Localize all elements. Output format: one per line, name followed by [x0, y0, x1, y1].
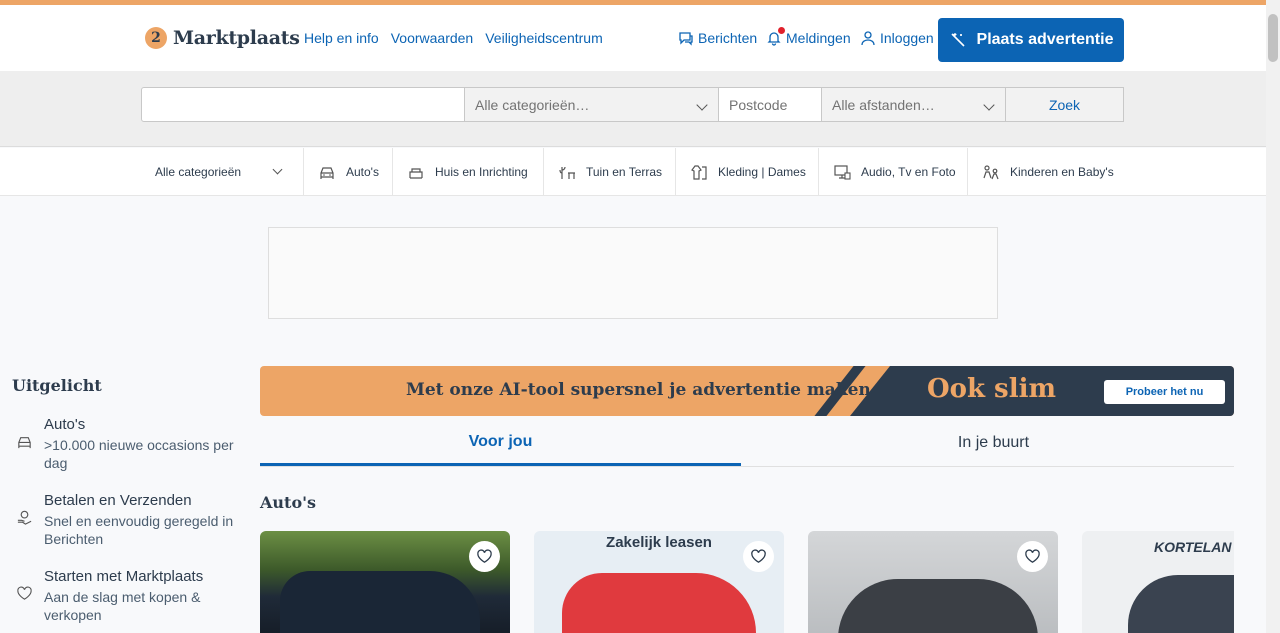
cars-carousel: Zakelijk leasen KORTELAN	[260, 531, 1234, 633]
postcode-placeholder: Postcode	[729, 96, 788, 113]
category-label: Audio, Tv en Foto	[861, 165, 956, 179]
sidebar-title: Uitgelicht	[12, 376, 102, 395]
tab-for-you[interactable]: Voor jou	[260, 420, 741, 466]
distance-select[interactable]: Alle afstanden…	[821, 87, 1006, 122]
category-label: Tuin en Terras	[586, 165, 663, 179]
category-kids[interactable]: Kinderen en Baby's	[967, 148, 1127, 196]
chevron-down-icon	[983, 99, 995, 111]
marktplaats-logo[interactable]: 2 Marktplaats	[145, 27, 300, 49]
top-nav: Help en info Voorwaarden Veiligheidscent…	[304, 30, 603, 46]
listing-card[interactable]	[260, 531, 510, 633]
place-ad-label: Plaats advertentie	[976, 31, 1114, 48]
payment-icon	[17, 510, 32, 525]
category-label: Huis en Inrichting	[435, 165, 528, 179]
garden-icon	[559, 166, 575, 179]
section-title: Auto's	[260, 493, 317, 512]
chevron-down-icon	[272, 164, 283, 175]
nav-safety-link[interactable]: Veiligheidscentrum	[485, 30, 603, 46]
login-link[interactable]: Inloggen	[860, 30, 934, 46]
banner-text: Met onze AI-tool supersnel je advertenti…	[406, 380, 871, 400]
heart-icon	[751, 549, 766, 563]
listing-card[interactable]: KORTELAN	[1082, 531, 1234, 633]
category-select[interactable]: Alle categorieën…	[464, 87, 719, 122]
category-audio-tv[interactable]: Audio, Tv en Foto	[818, 148, 967, 196]
try-now-button[interactable]: Probeer het nu	[1104, 380, 1225, 404]
category-cars[interactable]: Auto's	[303, 148, 392, 196]
category-home[interactable]: Huis en Inrichting	[392, 148, 543, 196]
category-clothing[interactable]: Kleding | Dames	[675, 148, 818, 196]
messages-link[interactable]: Berichten	[678, 30, 757, 46]
postcode-field[interactable]: Postcode	[718, 87, 822, 122]
listing-card[interactable]: Zakelijk leasen	[534, 531, 784, 633]
car-photo	[280, 571, 480, 633]
place-ad-button[interactable]: Plaats advertentie	[938, 18, 1124, 62]
sidebar-item-payments[interactable]: Betalen en Verzenden Snel en eenvoudig g…	[12, 491, 234, 551]
sidebar-item-subtitle: Aan de slag met kopen & verkopen	[44, 589, 201, 623]
all-categories-label: Alle categorieën	[155, 165, 242, 179]
nav-help-link[interactable]: Help en info	[304, 30, 379, 46]
sidebar-item-subtitle: >10.000 nieuwe occasions per dag	[44, 437, 234, 471]
messages-label: Berichten	[698, 30, 758, 46]
tv-icon	[834, 165, 851, 180]
tab-nearby[interactable]: In je buurt	[753, 420, 1234, 466]
car-photo	[562, 573, 756, 633]
logo-text: Marktplaats	[173, 27, 300, 49]
favorite-button[interactable]	[743, 541, 774, 572]
sidebar-item-title: Betalen en Verzenden	[44, 492, 192, 509]
notifications-label: Meldingen	[786, 30, 851, 46]
listing-card[interactable]	[808, 531, 1058, 633]
login-label: Inloggen	[880, 30, 934, 46]
site-header: 2 Marktplaats Help en info Voorwaarden V…	[0, 5, 1266, 71]
car-icon	[320, 167, 334, 179]
heart-icon	[17, 586, 32, 600]
scrollbar-thumb[interactable]	[1268, 14, 1278, 62]
ai-tool-banner[interactable]: Met onze AI-tool supersnel je advertenti…	[260, 366, 1234, 416]
sidebar-item-title: Starten met Marktplaats	[44, 568, 204, 585]
baby-icon	[983, 165, 999, 180]
sidebar-item-title: Auto's	[44, 416, 86, 433]
sidebar-item-cars[interactable]: Auto's >10.000 nieuwe occasions per dag	[12, 415, 234, 475]
notifications-link[interactable]: Meldingen	[766, 27, 851, 46]
heart-icon	[1025, 549, 1040, 563]
banner-slogan: Ook slim	[927, 374, 1056, 404]
all-categories-dropdown[interactable]: Alle categorieën	[141, 148, 303, 196]
nav-terms-link[interactable]: Voorwaarden	[391, 30, 474, 46]
heart-icon	[477, 549, 492, 563]
category-label: Kleding | Dames	[718, 165, 806, 179]
search-button[interactable]: Zoek	[1005, 87, 1124, 122]
car-icon	[18, 437, 31, 449]
search-bar: Alle categorieën… Postcode Alle afstande…	[0, 71, 1266, 147]
feed-tabs: Voor jou In je buurt	[260, 420, 1234, 467]
category-label: Auto's	[346, 165, 379, 179]
sidebar-item-subtitle: Snel en eenvoudig geregeld in Berichten	[44, 513, 234, 547]
category-select-label: Alle categorieën…	[475, 96, 590, 113]
car-photo	[1128, 575, 1234, 633]
category-label: Kinderen en Baby's	[1010, 165, 1114, 179]
search-input[interactable]	[141, 87, 465, 122]
category-bar: Alle categorieën Auto's Huis en Inrichti…	[0, 148, 1266, 196]
sidebar-item-getting-started[interactable]: Starten met Marktplaats Aan de slag met …	[12, 567, 232, 627]
card-caption: KORTELAN	[1154, 539, 1232, 555]
chevron-down-icon	[696, 99, 708, 111]
car-photo	[838, 579, 1038, 633]
page-scrollbar[interactable]	[1266, 0, 1280, 633]
favorite-button[interactable]	[1017, 541, 1048, 572]
chat-icon	[679, 32, 693, 46]
magic-pen-icon	[950, 33, 965, 47]
furniture-icon	[409, 168, 423, 179]
favorite-button[interactable]	[469, 541, 500, 572]
advertisement-slot	[268, 227, 998, 319]
logo-mark-icon: 2	[145, 27, 167, 49]
category-garden[interactable]: Tuin en Terras	[543, 148, 675, 196]
notification-dot	[778, 27, 785, 34]
distance-select-label: Alle afstanden…	[832, 96, 935, 113]
user-icon	[861, 31, 875, 46]
clothing-icon	[691, 165, 707, 180]
